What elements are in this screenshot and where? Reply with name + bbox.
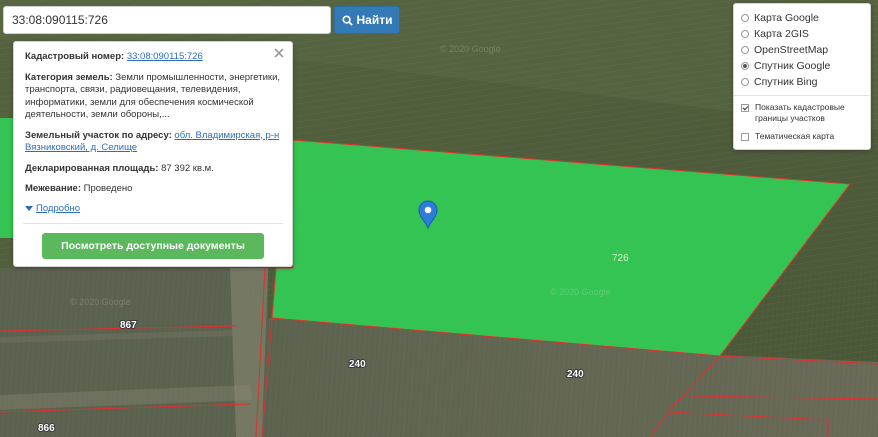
parcel-info-panel: Кадастровый номер: 33:08:090115:726 Кате… bbox=[13, 41, 293, 267]
survey-label: Межевание: bbox=[25, 183, 81, 194]
info-divider bbox=[23, 223, 283, 224]
layers-panel: Карта Google Карта 2GIS OpenStreetMap Сп… bbox=[733, 3, 871, 150]
overlay-cadastral-borders[interactable]: Показать кадастровые границы участков bbox=[741, 102, 863, 124]
address-label: Земельный участок по адресу: bbox=[25, 129, 172, 141]
search-icon bbox=[341, 14, 353, 26]
overlay-thematic-map-label: Тематическая карта bbox=[755, 131, 835, 141]
details-toggle[interactable]: Подробно bbox=[25, 203, 281, 216]
map-watermark-3: © 2020 Google bbox=[70, 297, 131, 307]
map-watermark-2: © 2020 Google bbox=[550, 287, 611, 297]
layer-2gis-map[interactable]: Карта 2GIS bbox=[741, 26, 863, 42]
overlay-cadastral-borders-checkbox[interactable] bbox=[741, 104, 749, 112]
dirt-strip bbox=[230, 268, 268, 437]
layer-google-satellite[interactable]: Спутник Google bbox=[741, 58, 863, 74]
survey-value: Проведено bbox=[83, 183, 133, 194]
cadastral-number-link[interactable]: 33:08:090115:726 bbox=[127, 51, 203, 62]
parcel-label-866: 866 bbox=[38, 423, 55, 434]
parcel-neighbor bbox=[0, 118, 13, 238]
area-row: Декларированная площадь: 87 392 кв.м. bbox=[25, 163, 281, 176]
parcel-label-726: 726 bbox=[612, 253, 629, 264]
app-root: 726 867 240 240 866 © 2020 Google © 2020… bbox=[0, 0, 878, 437]
parcel-label-867: 867 bbox=[120, 320, 137, 331]
layer-bing-satellite-label: Спутник Bing bbox=[754, 76, 818, 88]
layer-bing-satellite[interactable]: Спутник Bing bbox=[741, 74, 863, 90]
search-input[interactable] bbox=[3, 6, 331, 34]
layer-openstreetmap-label: OpenStreetMap bbox=[754, 44, 829, 56]
overlay-cadastral-borders-label: Показать кадастровые границы участков bbox=[755, 102, 845, 123]
survey-row: Межевание: Проведено bbox=[25, 183, 281, 196]
search-button-label: Найти bbox=[356, 13, 393, 27]
layer-bing-satellite-radio[interactable] bbox=[741, 78, 749, 86]
layer-2gis-map-radio[interactable] bbox=[741, 30, 749, 38]
layer-google-map-label: Карта Google bbox=[754, 12, 819, 24]
layer-2gis-map-label: Карта 2GIS bbox=[754, 28, 809, 40]
cadastral-number-row: Кадастровый номер: 33:08:090115:726 bbox=[25, 51, 281, 64]
search-button[interactable]: Найти bbox=[334, 6, 400, 34]
area-value: 87 392 кв.м. bbox=[161, 162, 214, 174]
land-category-label: Категория земель: bbox=[25, 71, 113, 83]
view-documents-button[interactable]: Посмотреть доступные документы bbox=[42, 233, 264, 259]
layer-google-satellite-radio[interactable] bbox=[741, 62, 749, 70]
area-label: Декларированная площадь: bbox=[25, 162, 159, 174]
parcel-label-240-a: 240 bbox=[349, 359, 366, 370]
close-icon[interactable] bbox=[273, 47, 285, 59]
layer-google-map-radio[interactable] bbox=[741, 14, 749, 22]
layer-openstreetmap[interactable]: OpenStreetMap bbox=[741, 42, 863, 58]
overlay-thematic-map[interactable]: Тематическая карта bbox=[741, 131, 863, 142]
land-category-row: Категория земель: Земли промышленности, … bbox=[25, 72, 281, 122]
layer-google-map[interactable]: Карта Google bbox=[741, 10, 863, 26]
caret-down-icon bbox=[25, 205, 33, 211]
map-watermark: © 2020 Google bbox=[440, 44, 501, 54]
cadastral-number-label: Кадастровый номер: bbox=[25, 51, 125, 62]
address-row: Земельный участок по адресу: обл. Владим… bbox=[25, 130, 281, 155]
layer-google-satellite-label: Спутник Google bbox=[754, 60, 831, 72]
details-link[interactable]: Подробно bbox=[36, 203, 80, 216]
parcel-label-240-b: 240 bbox=[567, 369, 584, 380]
layer-openstreetmap-radio[interactable] bbox=[741, 46, 749, 54]
overlay-thematic-map-checkbox[interactable] bbox=[741, 133, 749, 141]
layers-divider bbox=[734, 95, 870, 96]
